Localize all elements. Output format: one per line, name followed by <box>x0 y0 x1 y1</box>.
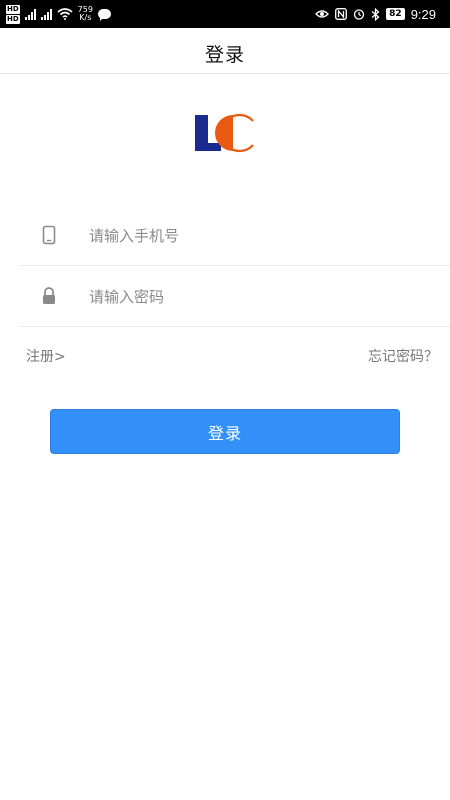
phone-input[interactable] <box>87 217 431 255</box>
phone-field <box>20 205 450 266</box>
app-header: 登录 <box>0 28 450 74</box>
alarm-icon <box>354 9 365 20</box>
password-input[interactable] <box>87 278 431 316</box>
lock-icon <box>43 287 55 304</box>
battery-level: 82 <box>386 8 405 20</box>
network-speed: 759 K/s <box>78 6 93 22</box>
nfc-icon <box>335 8 348 20</box>
status-bar-right: 82 9:29 <box>315 3 436 25</box>
hd-top-label: HD <box>6 4 20 14</box>
phone-icon <box>42 225 56 245</box>
forgot-password-link[interactable]: 忘记密码？ <box>368 346 438 366</box>
status-bar-left: HD HD 759 K/s <box>6 3 111 25</box>
status-bar: HD HD 759 K/s 82 9:29 <box>0 0 450 28</box>
page-title: 登录 <box>204 44 245 66</box>
register-link[interactable]: 注册> <box>26 346 66 366</box>
login-button[interactable]: 登录 <box>50 409 400 454</box>
hd-bottom-label: HD <box>6 14 20 24</box>
signal-2-icon <box>40 8 52 20</box>
signal-1-icon <box>24 8 36 20</box>
hd-indicator: HD HD <box>6 4 20 24</box>
password-field <box>20 266 450 327</box>
status-time: 9:29 <box>410 6 436 22</box>
wifi-icon <box>57 8 73 20</box>
bluetooth-icon <box>371 7 380 21</box>
lc-logo <box>195 113 254 153</box>
speed-unit: K/s <box>79 13 92 22</box>
message-notification-icon <box>97 9 111 21</box>
eye-icon <box>315 10 330 18</box>
